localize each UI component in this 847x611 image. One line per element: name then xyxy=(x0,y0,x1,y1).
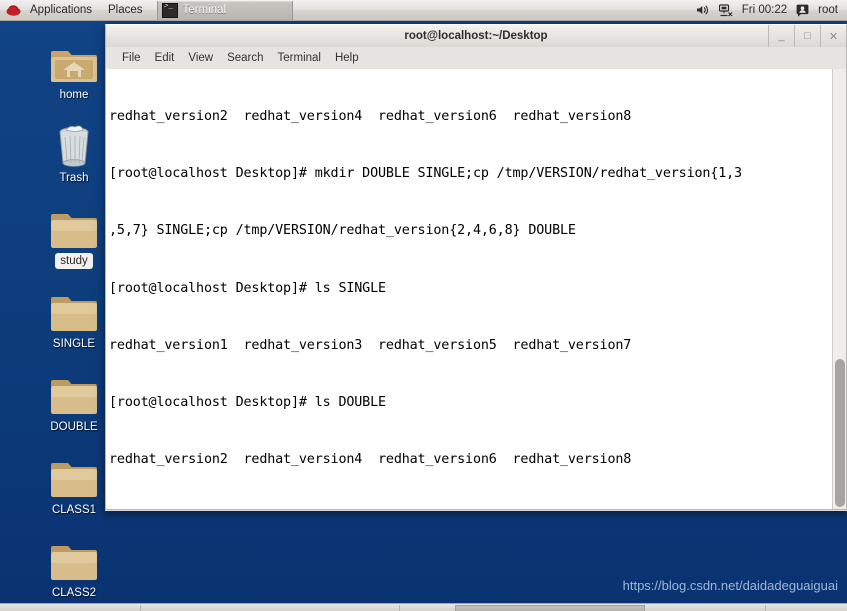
bottom-panel xyxy=(0,603,847,611)
menu-help[interactable]: Help xyxy=(328,47,366,69)
applications-menu[interactable]: Applications xyxy=(22,0,100,21)
network-disconnected-icon[interactable] xyxy=(718,3,733,17)
terminal-menubar: File Edit View Search Terminal Help xyxy=(105,47,847,69)
terminal-text: redhat_version2 redhat_version4 redhat_v… xyxy=(109,69,829,509)
desktop: Applications Places Terminal xyxy=(0,0,847,611)
terminal-output-area[interactable]: redhat_version2 redhat_version4 redhat_v… xyxy=(105,69,847,510)
desktop-icon-label: CLASS1 xyxy=(51,504,97,516)
desktop-icon-label: DOUBLE xyxy=(50,421,98,433)
panel-separator xyxy=(765,605,766,611)
panel-separator xyxy=(140,605,141,611)
menu-view[interactable]: View xyxy=(181,47,220,69)
desktop-icon-label: CLASS2 xyxy=(51,587,97,599)
taskbar-window-terminal[interactable]: Terminal xyxy=(156,0,293,20)
taskbar-window-label: Terminal xyxy=(182,4,227,16)
window-controls: _ □ ✕ xyxy=(768,25,846,48)
menu-file[interactable]: File xyxy=(115,47,148,69)
terminal-titlebar[interactable]: root@localhost:~/Desktop _ □ ✕ xyxy=(105,24,847,47)
redhat-logo-icon[interactable] xyxy=(5,2,22,19)
terminal-icon xyxy=(161,2,178,18)
terminal-title: root@localhost:~/Desktop xyxy=(404,30,548,42)
terminal-line: [root@localhost Desktop]# ls SINGLE xyxy=(109,280,386,296)
folder-icon xyxy=(31,536,117,582)
terminal-line: [root@localhost Desktop]# mkdir DOUBLE S… xyxy=(109,166,742,182)
watermark-text: https://blog.csdn.net/daidadeguaiguai xyxy=(622,578,838,593)
user-icon[interactable] xyxy=(796,4,809,17)
minimize-button[interactable]: _ xyxy=(768,25,794,47)
maximize-button[interactable]: □ xyxy=(794,25,820,47)
places-menu[interactable]: Places xyxy=(100,0,151,21)
system-tray: Fri 00:22 root xyxy=(696,3,847,17)
desktop-icon-label: home xyxy=(59,89,89,101)
desktop-icon-class2[interactable]: CLASS2 xyxy=(31,536,117,601)
terminal-scrollbar-thumb[interactable] xyxy=(835,359,845,507)
terminal-line: redhat_version1 redhat_version3 redhat_v… xyxy=(109,337,632,353)
menu-edit[interactable]: Edit xyxy=(148,47,182,69)
terminal-line: redhat_version2 redhat_version4 redhat_v… xyxy=(109,451,632,467)
bottom-taskbar-item[interactable] xyxy=(455,605,645,611)
terminal-window: root@localhost:~/Desktop _ □ ✕ File Edit… xyxy=(105,24,847,511)
top-panel: Applications Places Terminal xyxy=(0,0,847,21)
clock[interactable]: Fri 00:22 xyxy=(742,4,787,16)
close-button[interactable]: ✕ xyxy=(820,25,846,47)
menu-terminal[interactable]: Terminal xyxy=(271,47,328,69)
speaker-icon[interactable] xyxy=(696,4,710,16)
terminal-line: redhat_version2 redhat_version4 redhat_v… xyxy=(109,109,632,125)
user-name[interactable]: root xyxy=(818,4,838,16)
menu-search[interactable]: Search xyxy=(220,47,270,69)
terminal-line: [root@localhost Desktop]# mkdir CLASS{1,… xyxy=(109,507,829,509)
terminal-line: ,5,7} SINGLE;cp /tmp/VERSION/redhat_vers… xyxy=(109,223,576,239)
panel-separator xyxy=(399,605,400,611)
desktop-icon-label: study xyxy=(55,253,93,269)
terminal-line: [root@localhost Desktop]# ls DOUBLE xyxy=(109,394,386,410)
terminal-scrollbar[interactable] xyxy=(832,69,846,509)
desktop-icon-label: Trash xyxy=(59,172,89,184)
desktop-icon-label: SINGLE xyxy=(52,338,96,350)
